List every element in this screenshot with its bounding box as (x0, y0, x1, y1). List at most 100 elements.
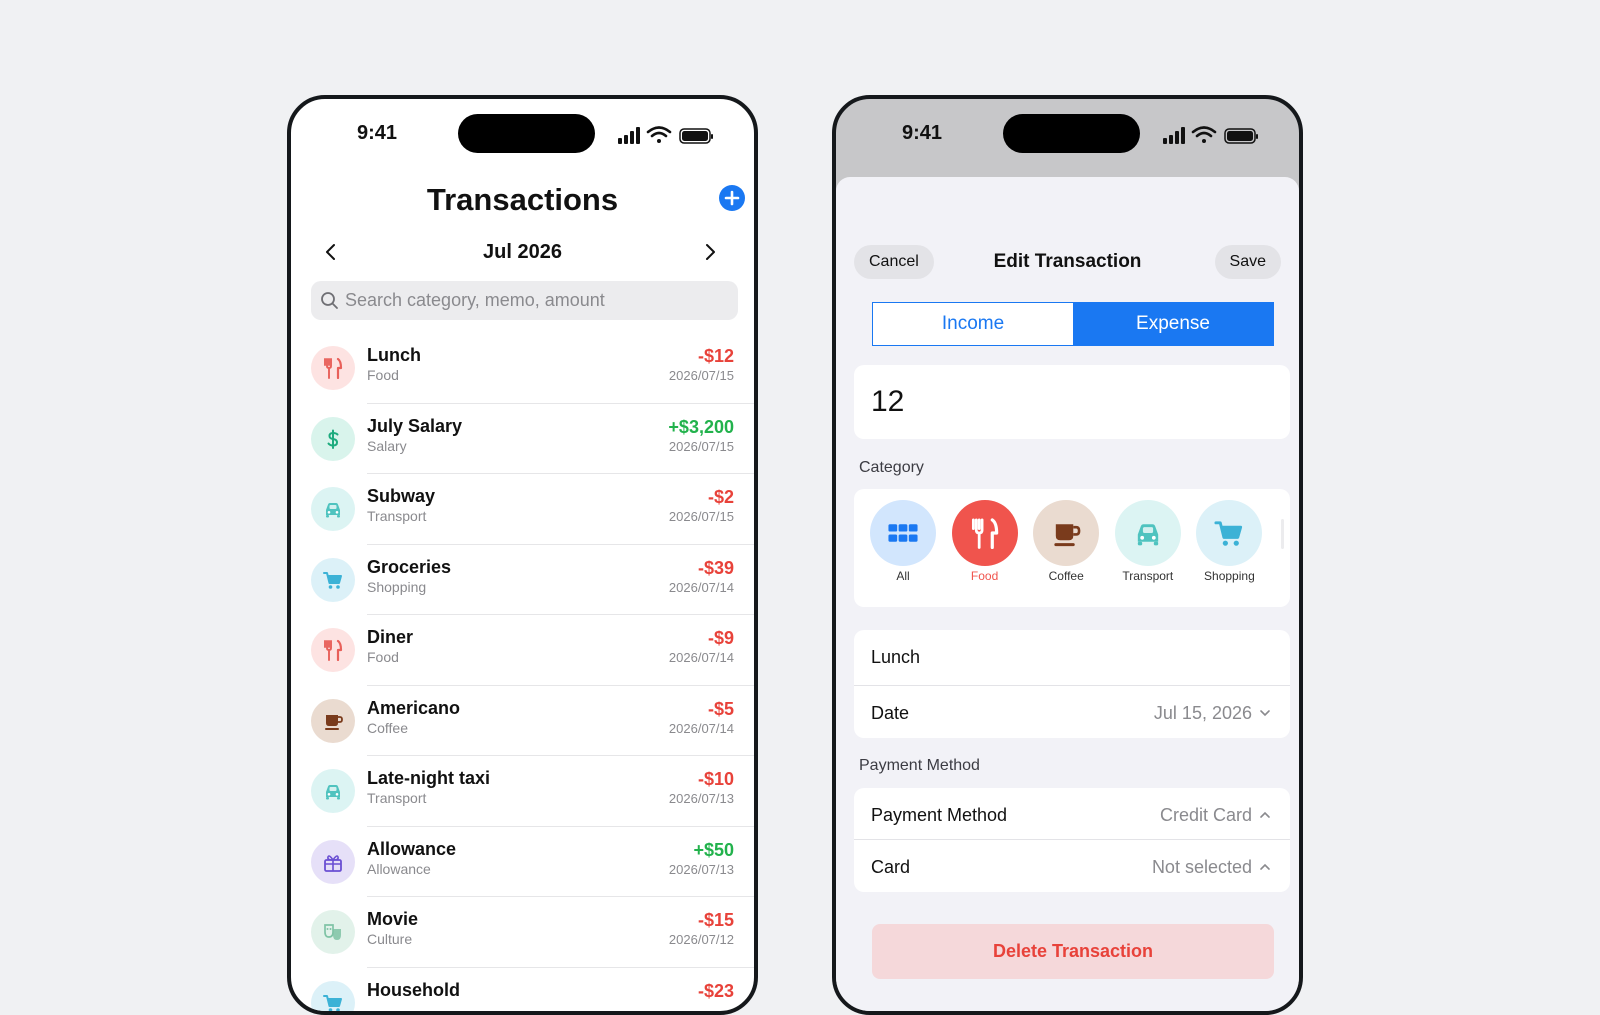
transaction-date: 2026/07/13 (669, 791, 734, 806)
fork-knife-icon (322, 357, 344, 379)
transaction-date: 2026/07/12 (669, 932, 734, 947)
search-bar (311, 281, 738, 320)
payment-method-label: Payment Method (871, 788, 1007, 842)
transaction-category: Transport (367, 508, 426, 524)
segment-expense[interactable]: Expense (1073, 303, 1273, 345)
category-icon-badge (311, 981, 355, 1015)
chevron-up-icon (1259, 861, 1271, 873)
transaction-name: Subway (367, 486, 435, 507)
transaction-row[interactable]: AmericanoCoffee-$52026/07/14 (291, 686, 754, 757)
wifi-icon (648, 128, 670, 144)
battery-icon (1225, 129, 1258, 143)
transaction-category: Shopping (367, 579, 426, 595)
save-button[interactable]: Save (1215, 245, 1281, 279)
car-icon (1132, 517, 1164, 549)
month-label: Jul 2026 (291, 237, 754, 267)
transaction-category: Food (367, 367, 399, 383)
dynamic-island (1003, 114, 1140, 153)
transaction-amount: -$23 (698, 981, 734, 1002)
status-time: 9:41 (902, 122, 942, 145)
category-icon-badge (311, 699, 355, 743)
card-value: Not selected (1152, 840, 1252, 894)
add-transaction-button[interactable] (719, 185, 745, 211)
transaction-list: LunchFood-$122026/07/15July SalarySalary… (291, 333, 754, 1015)
chevron-up-icon (1259, 809, 1271, 821)
category-circle (1196, 500, 1262, 566)
transaction-category: Salary (367, 438, 407, 454)
transaction-row[interactable]: July SalarySalary+$3,2002026/07/15 (291, 404, 754, 475)
transactions-phone: 9:41 Transactions Jul 2026 LunchFood-$12… (287, 95, 758, 1015)
edit-transaction-phone: 9:41 Cancel Edit Transaction Save Income… (832, 95, 1303, 1015)
transaction-amount: -$10 (698, 769, 734, 790)
transaction-name: Allowance (367, 839, 456, 860)
date-row[interactable]: Date Jul 15, 2026 (854, 686, 1290, 738)
details-card: Lunch Date Jul 15, 2026 (854, 630, 1290, 738)
chevron-down-icon (1259, 707, 1271, 719)
transaction-name: Late-night taxi (367, 768, 490, 789)
transaction-date: 2026/07/14 (669, 721, 734, 736)
transaction-row[interactable]: GroceriesShopping-$392026/07/14 (291, 545, 754, 616)
transaction-name: Diner (367, 627, 413, 648)
edit-sheet: Cancel Edit Transaction Save Income Expe… (836, 177, 1299, 1011)
signal-icon (1163, 127, 1185, 144)
transaction-category: Food (367, 649, 399, 665)
search-input[interactable] (345, 281, 725, 320)
transaction-amount: -$9 (708, 628, 734, 649)
memo-row[interactable]: Lunch (854, 630, 1290, 686)
transaction-row[interactable]: AllowanceAllowance+$502026/07/13 (291, 827, 754, 898)
category-icon-badge (311, 910, 355, 954)
theater-masks-icon (322, 921, 344, 943)
payment-method-value: Credit Card (1160, 788, 1252, 842)
transaction-row[interactable]: Late-night taxiTransport -$102026/07/13 (291, 756, 754, 827)
transaction-amount: -$5 (708, 699, 734, 720)
transaction-row[interactable]: DinerFood-$92026/07/14 (291, 615, 754, 686)
transaction-name: Household (367, 980, 460, 1001)
category-option-coffee[interactable]: Coffee (1033, 500, 1099, 583)
category-icon-badge (311, 840, 355, 884)
category-icon-badge (311, 628, 355, 672)
amount-field[interactable]: 12 (854, 365, 1290, 439)
payment-method-row[interactable]: Payment Method Credit Card (854, 788, 1290, 840)
category-section-label: Category (859, 459, 924, 477)
category-circle (1115, 500, 1181, 566)
dollar-icon (322, 428, 344, 450)
fork-knife-icon (322, 639, 344, 661)
chevron-right-icon[interactable] (700, 242, 720, 262)
cart-icon (322, 992, 344, 1014)
date-label: Date (871, 686, 909, 740)
wifi-icon (1193, 128, 1215, 144)
car-icon (322, 780, 344, 802)
card-row[interactable]: Card Not selected (854, 840, 1290, 892)
transaction-amount: -$39 (698, 558, 734, 579)
category-option-all[interactable]: All (870, 500, 936, 583)
memo-value: Lunch (871, 630, 920, 684)
transaction-amount: -$12 (698, 346, 734, 367)
cart-icon (1213, 517, 1245, 549)
search-icon (320, 291, 339, 310)
transaction-date: 2026/07/14 (669, 580, 734, 595)
transaction-amount: -$15 (698, 910, 734, 931)
transaction-row[interactable]: LunchFood-$122026/07/15 (291, 333, 754, 404)
segment-income[interactable]: Income (873, 303, 1073, 345)
transaction-row[interactable]: SubwayTransport-$22026/07/15 (291, 474, 754, 545)
category-option-food[interactable]: Food (952, 500, 1018, 583)
signal-icon (618, 127, 640, 144)
transaction-category: Allowance (367, 861, 431, 877)
transaction-name: Movie (367, 909, 418, 930)
dynamic-island (458, 114, 595, 153)
category-option-transport[interactable]: Transport (1115, 500, 1181, 583)
transaction-name: Lunch (367, 345, 421, 366)
transaction-row[interactable]: MovieCulture-$152026/07/12 (291, 897, 754, 968)
transaction-row[interactable]: Household -$23 (291, 968, 754, 1015)
transaction-category: Transport (367, 790, 426, 806)
month-selector: Jul 2026 (291, 237, 754, 267)
status-icons (1163, 126, 1263, 146)
category-label: All (870, 569, 936, 583)
category-icon-badge (311, 346, 355, 390)
delete-transaction-button[interactable]: Delete Transaction (872, 924, 1274, 979)
gift-icon (322, 851, 344, 873)
amount-value: 12 (871, 385, 904, 419)
coffee-icon (1050, 517, 1082, 549)
grid-icon (887, 517, 919, 549)
category-option-shopping[interactable]: Shopping (1196, 500, 1262, 583)
